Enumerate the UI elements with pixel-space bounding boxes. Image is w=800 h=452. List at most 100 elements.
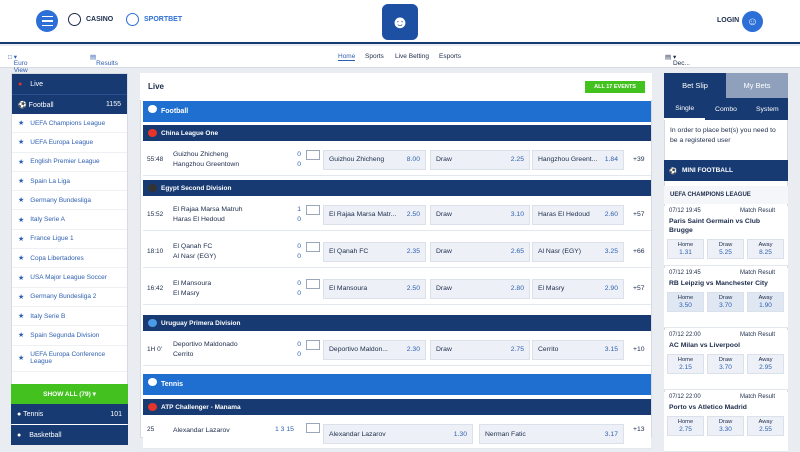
event-teams[interactable]: Guizhou Zhicheng Hangzhou Greentown bbox=[173, 150, 239, 170]
sidebar-league-item[interactable]: ★ France Ligue 1 bbox=[12, 230, 127, 250]
odd-away[interactable]: Haras El Hedoud 2.60 bbox=[532, 204, 624, 225]
esports-link[interactable]: Esports bbox=[439, 53, 461, 60]
show-all-button[interactable]: SHOW ALL (79) ▾ bbox=[11, 384, 128, 404]
mini-odd-draw[interactable]: Draw 5.25 bbox=[707, 239, 744, 259]
live-header[interactable]: ● Live bbox=[12, 74, 127, 94]
sidebar-league-item[interactable]: ★ English Premier League bbox=[12, 153, 127, 172]
odd-label: El Mansoura bbox=[329, 285, 368, 292]
stats-icon[interactable] bbox=[306, 204, 320, 215]
odd-home[interactable]: Alexandar Lazarov 1.30 bbox=[323, 424, 473, 444]
more-markets-link[interactable]: +57 bbox=[633, 285, 645, 292]
login-link[interactable]: LOGIN bbox=[717, 17, 739, 24]
mini-odd-home[interactable]: Home 3.50 bbox=[667, 292, 704, 312]
stats-icon[interactable] bbox=[306, 241, 320, 252]
league-header[interactable]: Egypt Second Division bbox=[143, 180, 651, 196]
mini-odd-draw[interactable]: Draw 3.70 bbox=[707, 354, 744, 374]
mini-odd-draw[interactable]: Draw 3.70 bbox=[707, 292, 744, 312]
event-teams[interactable]: El Rajaa Marsa Matruh Haras El Hedoud bbox=[173, 205, 243, 225]
menu-icon[interactable] bbox=[36, 10, 58, 32]
sidebar-league-item[interactable]: ★ UEFA Champions League bbox=[12, 114, 127, 134]
mini-match[interactable]: 07/12 19:45 Match Result RB Leipzig vs Man… bbox=[664, 268, 788, 328]
mini-odd-away[interactable]: Away 2.95 bbox=[747, 354, 784, 374]
odd-home[interactable]: El Rajaa Marsa Matr... 2.50 bbox=[323, 204, 426, 225]
stats-icon[interactable] bbox=[306, 339, 320, 350]
mini-odd-away[interactable]: Away 2.55 bbox=[747, 416, 784, 436]
odd-away[interactable]: Nerman Fatic 3.17 bbox=[479, 424, 624, 444]
tab-single[interactable]: Single bbox=[664, 98, 706, 120]
logo[interactable]: ☻ bbox=[382, 4, 418, 40]
home-score: 0 bbox=[297, 279, 301, 287]
league-label: Germany Bundesliga 2 bbox=[30, 293, 97, 301]
stats-icon[interactable] bbox=[306, 149, 320, 160]
odds-format-select[interactable]: ▤ Dec... ▾ bbox=[665, 53, 690, 67]
more-markets-link[interactable]: +57 bbox=[633, 211, 645, 218]
sport-header-tennis[interactable]: Tennis bbox=[143, 374, 651, 395]
mini-match[interactable]: 07/12 22:00 Match Result Porto vs Atletico… bbox=[664, 392, 788, 452]
event-teams[interactable]: El Qanah FC Al Nasr (EGY) bbox=[173, 242, 216, 262]
mini-odd-home[interactable]: Home 1.31 bbox=[667, 239, 704, 259]
all-events-button[interactable]: ALL 17 EVENTS bbox=[585, 81, 645, 93]
sidebar-league-item[interactable]: ★ Italy Serie B bbox=[12, 307, 127, 327]
odd-draw[interactable]: Draw 2.25 bbox=[430, 149, 530, 170]
event-teams[interactable]: El Mansoura El Masry bbox=[173, 279, 211, 299]
mini-odd-away[interactable]: Away 8.25 bbox=[747, 239, 784, 259]
more-markets-link[interactable]: +10 bbox=[633, 346, 645, 353]
sidebar-league-item[interactable]: ★ Germany Bundesliga 2 bbox=[12, 288, 127, 307]
nav-sportbet[interactable]: SPORTBET bbox=[126, 13, 182, 26]
more-markets-link[interactable]: +39 bbox=[633, 156, 645, 163]
sidebar-league-item[interactable]: ★ Spain Segunda Division bbox=[12, 326, 127, 346]
user-icon[interactable]: ☺ bbox=[742, 11, 763, 32]
tab-system[interactable]: System bbox=[747, 98, 788, 120]
sidebar-league-item[interactable]: ★ Copa Libertadores bbox=[12, 249, 127, 269]
odd-draw[interactable]: Draw 2.65 bbox=[430, 241, 530, 262]
league-header[interactable]: China League One bbox=[143, 125, 651, 141]
sports-link[interactable]: Sports bbox=[365, 53, 384, 60]
football-header[interactable]: ⚽ Football 1155 bbox=[12, 94, 127, 114]
home-link[interactable]: Home bbox=[338, 53, 356, 61]
basketball-header[interactable]: ● Basketball bbox=[11, 425, 128, 445]
sidebar-league-item[interactable]: ★ Germany Bundesliga bbox=[12, 191, 127, 211]
stats-icon[interactable] bbox=[306, 423, 320, 433]
odd-away[interactable]: Hangzhou Greent... 1.84 bbox=[532, 149, 624, 170]
odd-draw[interactable]: Draw 3.10 bbox=[430, 204, 530, 225]
odd-home[interactable]: El Mansoura 2.50 bbox=[323, 278, 426, 299]
tab-bet-slip[interactable]: Bet Slip bbox=[664, 73, 726, 98]
odd-label: Draw bbox=[718, 295, 733, 301]
odd-away[interactable]: Al Nasr (EGY) 3.25 bbox=[532, 241, 624, 262]
odd-home[interactable]: Deportivo Maldon... 2.30 bbox=[323, 339, 426, 360]
sidebar-league-item[interactable]: ★ UEFA Europa League bbox=[12, 133, 127, 153]
tab-combo[interactable]: Combo bbox=[705, 98, 746, 120]
sidebar-league-item[interactable]: ★ USA Major League Soccer bbox=[12, 268, 127, 288]
event-teams[interactable]: Deportivo Maldonado Cerrito bbox=[173, 340, 238, 360]
mini-match[interactable]: 07/12 22:00 Match Result AC Milan vs Liver… bbox=[664, 330, 788, 390]
odd-label: Alexandar Lazarov bbox=[329, 430, 386, 438]
more-markets-link[interactable]: +66 bbox=[633, 248, 645, 255]
results-link[interactable]: ▤ Results bbox=[90, 53, 118, 67]
mini-odd-away[interactable]: Away 1.90 bbox=[747, 292, 784, 312]
odd-away[interactable]: El Masry 2.90 bbox=[532, 278, 624, 299]
nav-casino[interactable]: CASINO bbox=[68, 13, 113, 26]
sidebar-league-item[interactable]: ★ Italy Serie A bbox=[12, 210, 127, 230]
more-markets-link[interactable]: +13 bbox=[633, 426, 645, 433]
event-row: 1H 0' Deportivo Maldonado Cerrito 0 0 Deporti… bbox=[143, 333, 651, 366]
league-label: Germany Bundesliga bbox=[30, 196, 91, 204]
mini-match[interactable]: 07/12 19:45 Match Result Paris Saint Germa… bbox=[664, 206, 788, 266]
tab-my-bets[interactable]: My Bets bbox=[726, 73, 788, 98]
mini-odd-home[interactable]: Home 2.75 bbox=[667, 416, 704, 436]
league-header[interactable]: Uruguay Primera Division bbox=[143, 315, 651, 331]
league-header[interactable]: ATP Challenger - Manama bbox=[143, 399, 651, 415]
sidebar-league-item[interactable]: ★ Spain La Liga bbox=[12, 172, 127, 192]
euro-view-select[interactable]: □ Euro View ▾ bbox=[8, 53, 28, 74]
tennis-header[interactable]: ● Tennis 101 bbox=[11, 404, 128, 424]
stats-icon[interactable] bbox=[306, 278, 320, 289]
mini-odd-draw[interactable]: Draw 3.30 bbox=[707, 416, 744, 436]
odd-draw[interactable]: Draw 2.80 bbox=[430, 278, 530, 299]
odd-home[interactable]: El Qanah FC 2.35 bbox=[323, 241, 426, 262]
sport-header-football[interactable]: Football bbox=[143, 101, 651, 122]
odd-away[interactable]: Cerrito 3.15 bbox=[532, 339, 624, 360]
odd-home[interactable]: Guizhou Zhicheng 8.00 bbox=[323, 149, 426, 170]
sidebar-league-item[interactable]: ★ UEFA Europa Conference League bbox=[12, 346, 127, 372]
mini-odd-home[interactable]: Home 2.15 bbox=[667, 354, 704, 374]
odd-draw[interactable]: Draw 2.75 bbox=[430, 339, 530, 360]
live-betting-link[interactable]: Live Betting bbox=[395, 53, 429, 60]
